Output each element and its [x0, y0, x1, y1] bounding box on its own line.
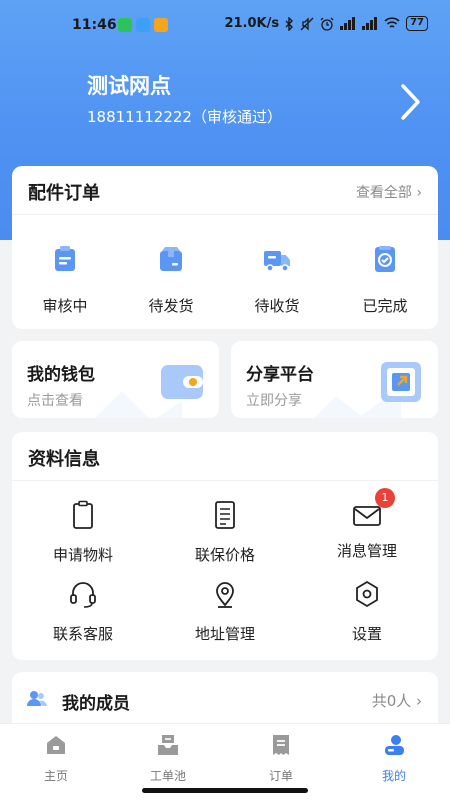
alarm-icon [320, 17, 334, 31]
tab-orders-label: 订单 [268, 769, 293, 783]
package-icon [160, 247, 182, 271]
wifi-icon [384, 17, 400, 28]
status-bar: 11:46 21.0K/s 77 [0, 0, 450, 50]
my-wallet-card[interactable]: 我的钱包 点击查看 [12, 341, 219, 418]
message-management-label: 消息管理 [336, 542, 397, 560]
tab-home-label: 主页 [43, 769, 68, 783]
tab-orders[interactable]: 订单 [225, 733, 337, 784]
view-all-orders-link[interactable]: 查看全部 › [356, 182, 422, 202]
apply-materials-item[interactable]: 申请物料 [12, 500, 154, 565]
message-management-item[interactable]: 1 消息管理 [296, 488, 438, 561]
order-status-label: 待收货 [254, 297, 300, 315]
orders-title: 配件订单 [28, 183, 100, 204]
order-status-completed[interactable]: 已完成 [332, 243, 438, 316]
signal-icon [362, 17, 378, 30]
bluetooth-icon [285, 16, 294, 31]
parts-orders-card: 配件订单 查看全部 › 审核中 待发货 待收货 已完成 [12, 166, 438, 329]
address-management-label: 地址管理 [194, 625, 255, 643]
check-document-icon [375, 246, 395, 272]
truck-icon [264, 251, 290, 272]
order-status-pending-receipt[interactable]: 待收货 [224, 243, 330, 316]
shop-name: 测试网点 [87, 74, 171, 98]
wallet-title: 我的钱包 [27, 365, 95, 385]
divider [12, 480, 438, 481]
wallet-icon [161, 365, 203, 399]
clipboard-outline-icon [73, 500, 93, 529]
location-pin-icon [216, 582, 234, 608]
order-status-label: 审核中 [42, 297, 88, 315]
profile-icon [385, 735, 404, 755]
settings-item[interactable]: 设置 [296, 579, 438, 644]
address-management-item[interactable]: 地址管理 [154, 579, 296, 644]
members-title: 我的成员 [62, 694, 130, 714]
info-card: 资料信息 申请物料 联保价格 1 消息管理 联系客服 地址管理 设置 [12, 432, 438, 660]
share-platform-card[interactable]: 分享平台 立即分享 [231, 341, 438, 418]
unread-badge: 1 [375, 488, 395, 508]
shop-phone-status: 18811112222（审核通过） [87, 108, 282, 126]
order-status-label: 已完成 [362, 297, 408, 315]
members-count: 共0人 › [371, 692, 422, 710]
warranty-price-item[interactable]: 联保价格 [154, 500, 296, 565]
share-icon [381, 362, 421, 402]
clipboard-icon [55, 246, 75, 271]
tab-mine[interactable]: 我的 [338, 733, 450, 784]
wallet-subtitle: 点击查看 [27, 393, 83, 409]
contact-support-label: 联系客服 [52, 625, 113, 643]
settings-hexagon-icon [356, 580, 378, 608]
share-subtitle: 立即分享 [246, 393, 302, 409]
people-icon [27, 691, 47, 706]
network-speed: 21.0K/s [224, 16, 280, 31]
mute-icon [300, 16, 314, 31]
home-indicator[interactable] [142, 788, 308, 793]
tab-mine-label: 我的 [381, 769, 406, 783]
signal-icon [340, 17, 356, 30]
order-status-label: 待发货 [148, 297, 194, 315]
battery-icon: 77 [406, 16, 428, 31]
tab-home[interactable]: 主页 [0, 733, 112, 784]
cloud-icon [136, 18, 150, 32]
envelope-icon-wrap: 1 [353, 488, 395, 530]
wechat-icon [118, 18, 132, 32]
apply-materials-label: 申请物料 [52, 546, 113, 564]
inbox-icon [158, 735, 178, 755]
status-notification-icons [118, 18, 168, 32]
headset-icon [70, 582, 96, 608]
status-time: 11:46 [72, 17, 117, 33]
tab-work-order-pool-label: 工单池 [149, 769, 186, 783]
document-outline-icon [215, 501, 235, 529]
tab-work-order-pool[interactable]: 工单池 [112, 733, 224, 784]
mail-icon [154, 18, 168, 32]
home-icon [47, 736, 65, 754]
divider [12, 214, 438, 215]
settings-label: 设置 [351, 625, 382, 643]
status-right: 21.0K/s 77 [224, 16, 428, 31]
warranty-price-label: 联保价格 [194, 546, 255, 564]
contact-support-item[interactable]: 联系客服 [12, 579, 154, 644]
order-status-pending-shipment[interactable]: 待发货 [118, 243, 224, 316]
receipt-icon [273, 735, 289, 755]
share-title: 分享平台 [246, 365, 314, 385]
order-status-reviewing[interactable]: 审核中 [12, 243, 118, 316]
info-title: 资料信息 [28, 449, 100, 470]
chevron-right-icon[interactable] [395, 82, 425, 122]
